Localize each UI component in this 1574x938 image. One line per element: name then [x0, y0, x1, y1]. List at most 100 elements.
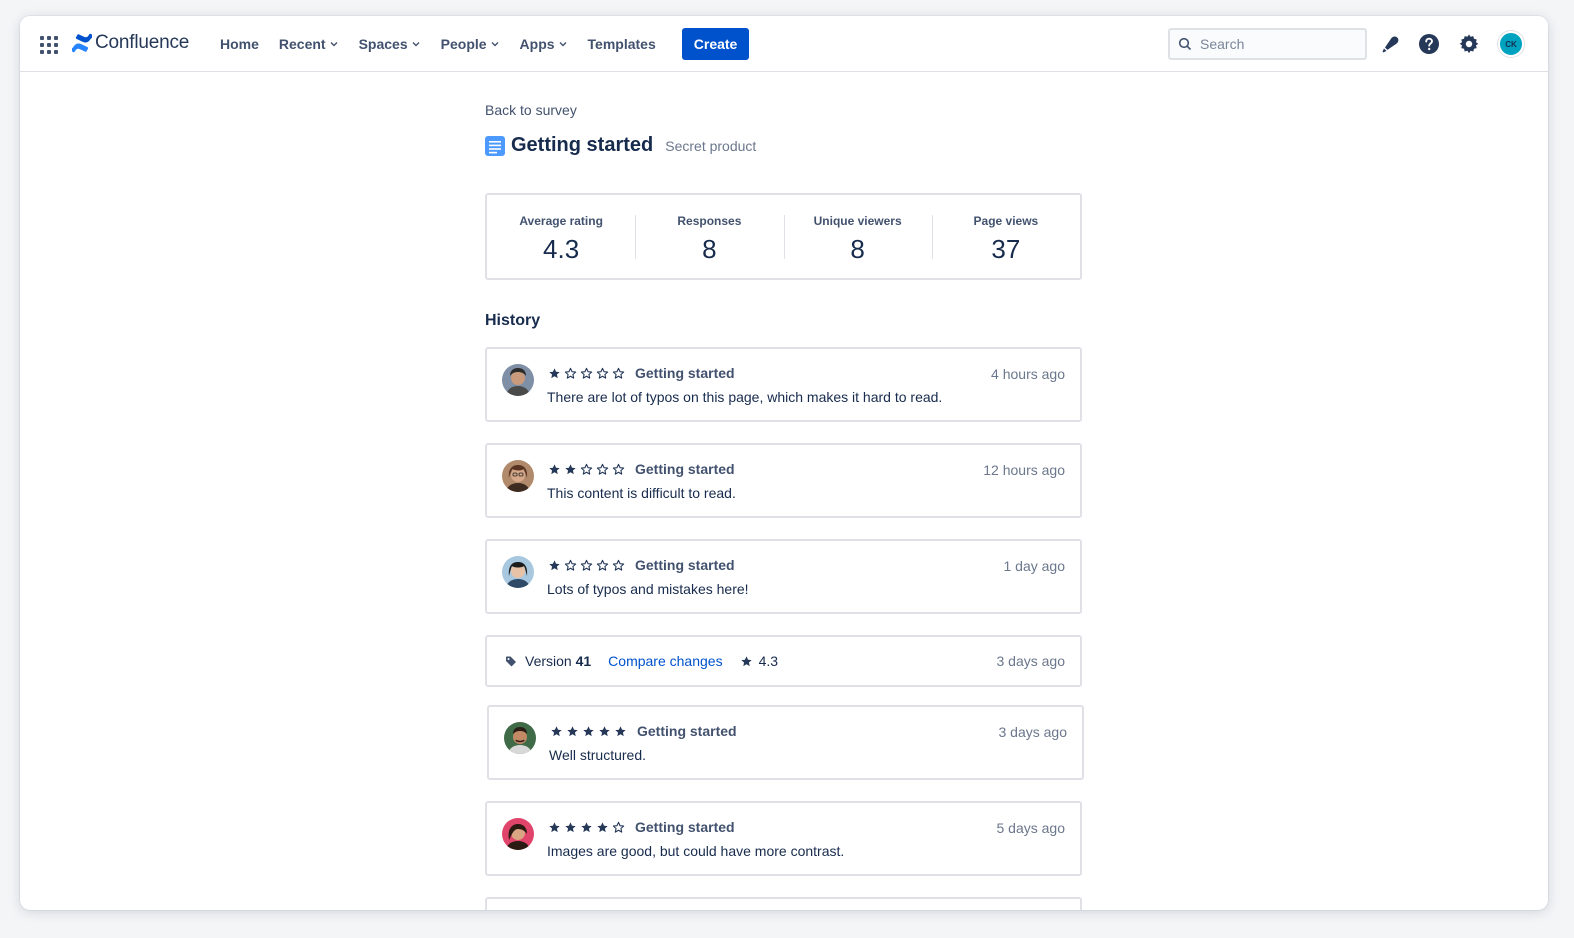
stat-value: 4.3	[543, 234, 580, 264]
feedback-timestamp: 3 days ago	[998, 724, 1068, 740]
star-empty-icon	[580, 367, 593, 379]
page-header: Getting started Secret product	[485, 134, 756, 157]
feedback-header: Getting started	[550, 723, 737, 739]
chevron-down-icon	[412, 42, 420, 47]
star-rating	[550, 725, 627, 738]
avatar	[504, 722, 536, 754]
stat-unique-viewers: Unique viewers 8	[783, 195, 932, 278]
version-number: 41	[575, 653, 592, 669]
feedback-comment: Images are good, but could have more con…	[547, 843, 845, 859]
nav-templates[interactable]: Templates	[578, 28, 666, 60]
feedback-page-name: Getting started	[637, 723, 737, 739]
star-filled-icon	[597, 821, 608, 832]
stats-panel: Average rating 4.3 Responses 8 Unique vi…	[485, 193, 1082, 280]
stat-label: Responses	[677, 214, 742, 228]
feedback-page-name: Getting started	[635, 461, 735, 477]
stat-page-views: Page views 37	[931, 195, 1080, 278]
feedback-card[interactable]: Getting started 4 hours ago There are lo…	[485, 347, 1082, 422]
history-heading: History	[485, 312, 541, 329]
nav-people-label: People	[440, 36, 487, 52]
app-switcher-icon[interactable]	[40, 36, 58, 54]
avatar	[502, 364, 534, 396]
feedback-page-name: Getting started	[635, 365, 735, 381]
stat-value: 8	[850, 234, 865, 264]
help-icon[interactable]	[1417, 32, 1441, 56]
feedback-comment: Lots of typos and mistakes here!	[547, 581, 749, 597]
feedback-card[interactable]: Getting started 3 days ago Well structur…	[487, 705, 1084, 780]
nav-people[interactable]: People	[431, 28, 510, 60]
star-empty-icon	[596, 559, 609, 571]
feedback-header: Getting started	[548, 365, 735, 381]
confluence-logo[interactable]: Confluence	[72, 32, 189, 54]
feedback-comment: This content is difficult to read.	[547, 485, 736, 501]
star-filled-icon	[549, 463, 560, 474]
nav-spaces-label: Spaces	[358, 36, 408, 52]
avatar	[502, 818, 534, 850]
star-rating	[548, 367, 625, 380]
chevron-down-icon	[491, 42, 499, 47]
star-filled-icon	[565, 821, 576, 832]
feedback-timestamp: 12 hours ago	[983, 462, 1065, 478]
version-label: Version 41	[525, 653, 591, 669]
feedback-card[interactable]: Getting started 12 hours ago This conten…	[485, 443, 1082, 518]
feedback-comment: There are lot of typos on this page, whi…	[547, 389, 943, 405]
chevron-down-icon	[330, 42, 338, 47]
star-filled-icon	[549, 559, 560, 570]
create-button[interactable]: Create	[681, 28, 750, 60]
version-timestamp: 3 days ago	[996, 653, 1066, 669]
settings-gear-icon[interactable]	[1457, 32, 1481, 56]
avatar	[502, 556, 534, 588]
space-name: Secret product	[665, 138, 757, 154]
nav-recent[interactable]: Recent	[269, 28, 349, 60]
version-text: Version	[525, 653, 572, 669]
top-navigation: Confluence Home Recent Spaces People App…	[20, 16, 1548, 72]
star-filled-icon	[549, 821, 560, 832]
star-filled-icon	[581, 821, 592, 832]
star-filled-icon	[549, 367, 560, 378]
primary-nav: Home Recent Spaces People Apps Templates…	[210, 16, 750, 72]
star-empty-icon	[612, 463, 625, 475]
confluence-logo-icon	[72, 33, 92, 53]
star-empty-icon	[596, 367, 609, 379]
version-rating-value: 4.3	[758, 653, 779, 669]
star-empty-icon	[564, 367, 577, 379]
star-rating	[548, 463, 625, 476]
feedback-timestamp: 5 days ago	[996, 820, 1066, 836]
compare-changes-link[interactable]: Compare changes	[608, 653, 722, 669]
search-box[interactable]	[1168, 28, 1367, 60]
star-empty-icon	[580, 463, 593, 475]
star-rating	[548, 559, 625, 572]
star-filled-icon	[740, 655, 752, 666]
star-filled-icon	[551, 725, 562, 736]
feedback-page-name: Getting started	[635, 557, 735, 573]
feedback-card[interactable]: Getting started 1 day ago Lots of typos …	[485, 539, 1082, 614]
stat-value: 8	[702, 234, 717, 264]
search-icon	[1178, 37, 1192, 51]
feedback-header: Getting started	[548, 557, 735, 573]
star-rating	[548, 821, 625, 834]
back-to-survey-link[interactable]: Back to survey	[485, 102, 577, 118]
star-empty-icon	[580, 559, 593, 571]
stat-average-rating: Average rating 4.3	[487, 195, 635, 278]
feedback-header: Getting started	[548, 819, 735, 835]
star-filled-icon	[599, 725, 610, 736]
search-input[interactable]	[1200, 36, 1350, 52]
logo-text: Confluence	[95, 32, 190, 53]
version-card[interactable]: Version 41 Compare changes 4.3 3 days ag…	[485, 635, 1082, 687]
feedback-card[interactable]	[485, 897, 1082, 910]
page-document-icon	[485, 135, 505, 156]
page-title: Getting started	[511, 134, 654, 156]
version-row: Version 41 Compare changes 4.3	[505, 653, 778, 669]
feedback-comment: Well structured.	[549, 747, 646, 763]
stat-label: Average rating	[519, 214, 603, 228]
user-avatar[interactable]: CK	[1498, 31, 1524, 57]
star-empty-icon	[612, 821, 625, 833]
star-filled-icon	[567, 725, 578, 736]
nav-home[interactable]: Home	[210, 28, 269, 60]
nav-spaces[interactable]: Spaces	[349, 28, 431, 60]
feedback-card[interactable]: Getting started 5 days ago Images are go…	[485, 801, 1082, 876]
notifications-icon[interactable]	[1378, 32, 1402, 56]
nav-apps[interactable]: Apps	[510, 28, 578, 60]
nav-recent-label: Recent	[278, 36, 326, 52]
star-filled-icon	[565, 463, 576, 474]
